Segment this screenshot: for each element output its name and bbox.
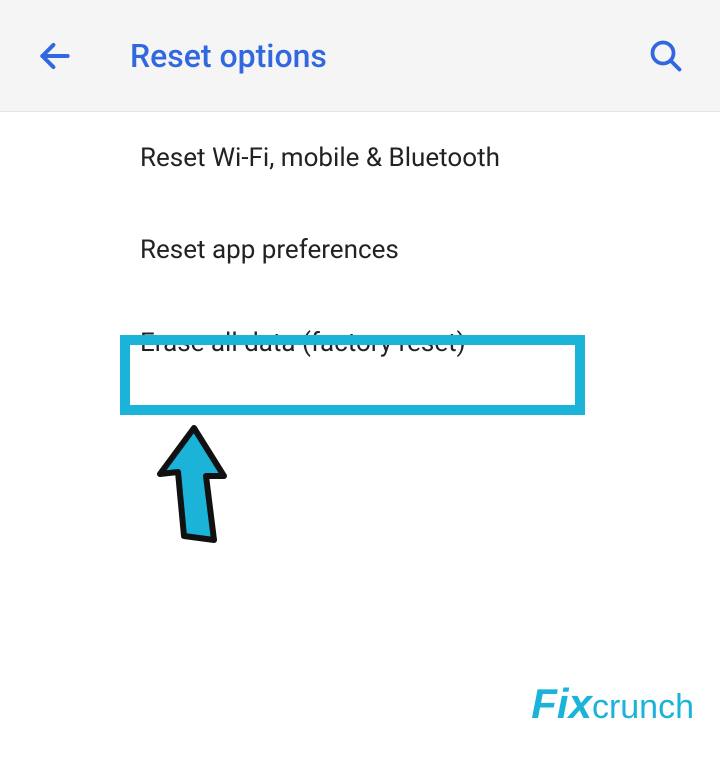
search-icon[interactable] (648, 38, 684, 74)
option-erase-all-data[interactable]: Erase all data (factory reset) (0, 297, 720, 389)
annotation-arrow-icon (132, 418, 242, 572)
options-list: Reset Wi-Fi, mobile & Bluetooth Reset ap… (0, 112, 720, 389)
watermark-logo: Fixcrunch (531, 680, 694, 728)
option-reset-app-prefs[interactable]: Reset app preferences (0, 204, 720, 296)
watermark-rest: crunch (592, 688, 694, 726)
app-header: Reset options (0, 0, 720, 112)
watermark-accent: Fix (531, 680, 592, 727)
page-title: Reset options (130, 37, 648, 75)
back-arrow-icon[interactable] (36, 37, 74, 75)
option-reset-network[interactable]: Reset Wi-Fi, mobile & Bluetooth (0, 112, 720, 204)
